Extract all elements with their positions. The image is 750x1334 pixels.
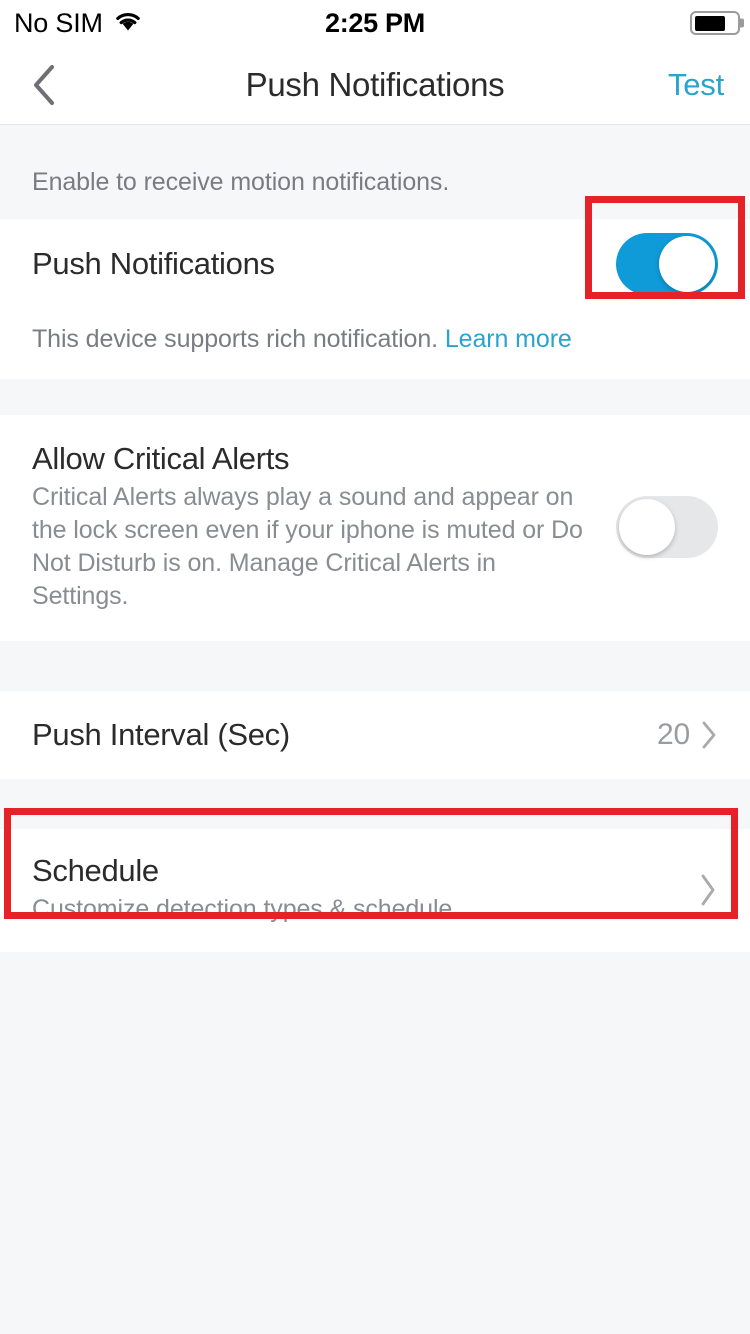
page-title: Push Notifications — [245, 66, 505, 103]
section-gap — [0, 641, 750, 691]
push-notifications-toggle[interactable] — [616, 232, 718, 295]
critical-alerts-description: Critical Alerts always play a sound and … — [32, 483, 583, 610]
toggle-knob — [659, 235, 715, 292]
battery-icon — [690, 11, 744, 35]
critical-alerts-toggle[interactable] — [616, 496, 718, 558]
push-notifications-footnote: This device supports rich notification. … — [0, 308, 750, 379]
push-notifications-card: Push Notifications This device supports … — [0, 218, 750, 379]
row-allow-critical-alerts[interactable]: Allow Critical Alerts Critical Alerts al… — [0, 415, 750, 641]
row-push-notifications[interactable]: Push Notifications — [0, 218, 750, 309]
push-notifications-label: Push Notifications — [32, 245, 275, 281]
chevron-right-icon — [700, 720, 718, 750]
critical-alerts-card: Allow Critical Alerts Critical Alerts al… — [0, 415, 750, 641]
push-section-header-note: Enable to receive motion notifications. — [0, 144, 750, 219]
section-gap — [0, 126, 750, 144]
row-schedule[interactable]: Schedule Customize detection types & sch… — [0, 829, 750, 952]
critical-alerts-title: Allow Critical Alerts — [32, 441, 290, 476]
toggle-knob — [619, 499, 675, 555]
settings-list: Enable to receive motion notifications. … — [0, 126, 750, 1334]
status-bar: No SIM 2:25 PM — [0, 0, 750, 46]
push-interval-value: 20 — [657, 718, 690, 751]
critical-alerts-text: Allow Critical Alerts Critical Alerts al… — [32, 441, 616, 613]
schedule-description: Customize detection types & schedule. — [32, 895, 460, 923]
chevron-right-icon — [698, 873, 718, 907]
section-gap — [0, 779, 750, 829]
push-footnote-text: This device supports rich notification. — [32, 324, 439, 353]
push-interval-right: 20 — [657, 718, 718, 752]
row-push-interval[interactable]: Push Interval (Sec) 20 — [0, 691, 750, 779]
schedule-text: Schedule Customize detection types & sch… — [32, 853, 698, 926]
schedule-card: Schedule Customize detection types & sch… — [0, 829, 750, 952]
learn-more-link[interactable]: Learn more — [445, 325, 572, 353]
section-gap — [0, 379, 750, 415]
push-interval-label: Push Interval (Sec) — [32, 717, 290, 752]
status-bar-right — [690, 11, 744, 35]
navigation-bar: Push Notifications Test — [0, 46, 750, 125]
test-button[interactable]: Test — [668, 67, 724, 103]
clock-label: 2:25 PM — [325, 7, 425, 38]
phone-screen: No SIM 2:25 PM Push Notifications Test E… — [0, 0, 750, 1334]
schedule-title: Schedule — [32, 853, 159, 888]
push-interval-card: Push Interval (Sec) 20 — [0, 691, 750, 779]
bottom-filler — [0, 952, 750, 1334]
